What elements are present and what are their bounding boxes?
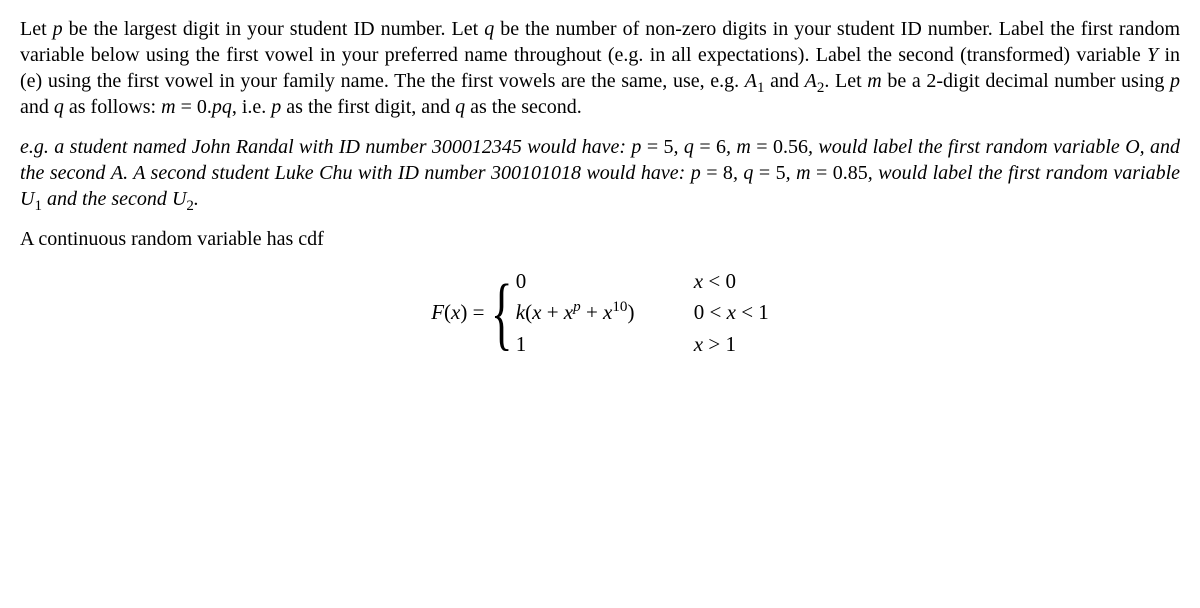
case-condition: 0 < x < 1: [694, 297, 769, 328]
left-brace-icon: {: [491, 276, 513, 350]
example-paragraph: e.g. a student named John Randal with ID…: [20, 134, 1180, 212]
case-row: 1 x > 1: [516, 329, 769, 360]
case-expression: 1: [516, 329, 694, 360]
equation-lhs: F(x) =: [431, 299, 484, 326]
intro-paragraph: Let p be the largest digit in your stude…: [20, 16, 1180, 120]
cdf-equation: F(x) = { 0 x < 0 k(x + xp + x10) 0 < x <…: [20, 266, 1180, 360]
case-row: 0 x < 0: [516, 266, 769, 297]
case-row: k(x + xp + x10) 0 < x < 1: [516, 297, 769, 328]
case-expression: 0: [516, 266, 694, 297]
equation-cases: 0 x < 0 k(x + xp + x10) 0 < x < 1 1 x > …: [516, 266, 769, 360]
case-condition: x > 1: [694, 329, 769, 360]
case-condition: x < 0: [694, 266, 769, 297]
case-expression: k(x + xp + x10): [516, 297, 694, 328]
lead-sentence: A continuous random variable has cdf: [20, 226, 1180, 252]
